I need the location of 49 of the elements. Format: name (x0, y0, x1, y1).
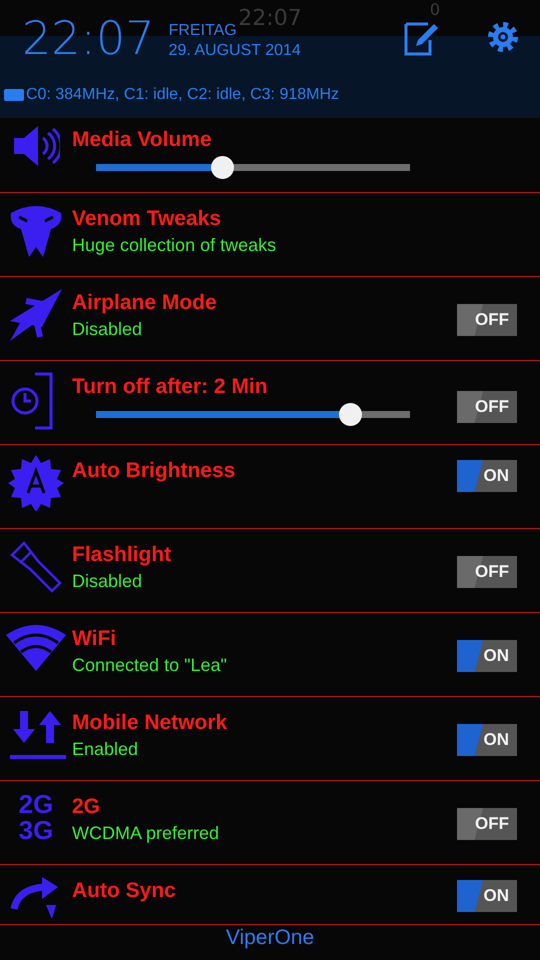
setting-title: Auto Sync (72, 879, 176, 903)
weekday-text: FREITAG (168, 22, 238, 40)
quick-setting-row[interactable]: 2G 3G 2G WCDMA preferred OFF (0, 781, 540, 865)
quick-setting-row[interactable]: Media Volume (0, 118, 540, 193)
date-text: 29. AUGUST 2014 (168, 42, 301, 60)
setting-subtitle: Disabled (72, 319, 142, 340)
toggle-switch[interactable]: ON (457, 880, 517, 912)
quick-setting-row[interactable]: WiFi Connected to "Lea" ON (0, 613, 540, 697)
quick-setting-row[interactable]: Auto Brightness ON (0, 445, 540, 529)
setting-subtitle: Huge collection of tweaks (72, 235, 276, 256)
wifi-icon (6, 623, 66, 671)
toggle-switch[interactable]: ON (457, 640, 517, 672)
toggle-switch[interactable]: ON (457, 724, 517, 756)
setting-title: WiFi (72, 627, 116, 651)
footer-label: ViperOne (226, 926, 314, 950)
setting-title: Airplane Mode (72, 291, 217, 315)
setting-subtitle: Enabled (72, 739, 138, 760)
setting-title: Auto Brightness (72, 459, 236, 483)
quick-setting-row[interactable]: Mobile Network Enabled ON (0, 697, 540, 781)
clock-time: 22:07 (22, 12, 155, 64)
toggle-switch[interactable]: OFF (457, 556, 517, 588)
cpu-frequency-text: C0: 384MHz, C1: idle, C2: idle, C3: 918MHz (26, 86, 340, 104)
setting-title: Venom Tweaks (72, 207, 222, 231)
speaker-icon (12, 124, 60, 168)
quick-setting-row[interactable]: Turn off after: 2 Min OFF (0, 361, 540, 445)
setting-subtitle: Connected to "Lea" (72, 655, 227, 676)
slider-thumb[interactable] (339, 403, 362, 426)
brightness-icon (8, 455, 64, 511)
quick-setting-row[interactable]: Airplane Mode Disabled OFF (0, 277, 540, 361)
setting-title: Flashlight (72, 543, 172, 567)
setting-title: Turn off after: 2 Min (72, 375, 268, 399)
toggle-switch[interactable]: OFF (457, 391, 517, 423)
setting-title: Mobile Network (72, 711, 228, 735)
toggle-switch[interactable]: OFF (457, 808, 517, 840)
setting-title: Media Volume (72, 128, 212, 152)
slider-thumb[interactable] (210, 156, 234, 179)
quick-setting-row[interactable]: Auto Sync ON (0, 865, 540, 925)
edit-icon[interactable] (404, 20, 438, 56)
network-mode-icon-label: 2G (18, 791, 54, 817)
setting-subtitle: WCDMA preferred (72, 823, 220, 844)
toggle-switch[interactable]: OFF (457, 304, 517, 336)
network-mode-icon-label: 3G (18, 817, 54, 843)
settings-icon[interactable] (486, 20, 520, 54)
setting-subtitle: Disabled (72, 571, 142, 592)
setting-title: 2G (72, 795, 100, 819)
quick-setting-row[interactable]: Flashlight Disabled OFF (0, 529, 540, 613)
quick-setting-row[interactable]: Venom Tweaks Huge collection of tweaks (0, 193, 540, 277)
flashlight-icon (8, 539, 64, 595)
toggle-switch[interactable]: ON (457, 460, 517, 492)
